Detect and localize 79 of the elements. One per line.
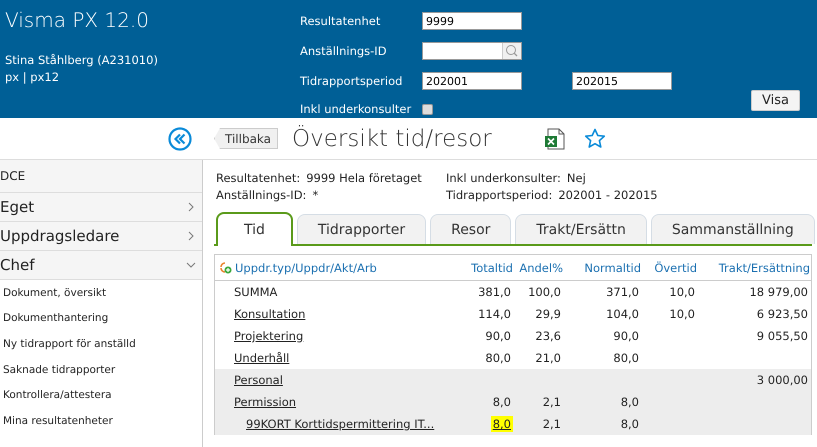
table-cell-text: 8,0 xyxy=(492,394,512,410)
tab[interactable]: Resor xyxy=(430,214,512,244)
page-title: Översikt tid/resor xyxy=(292,126,493,152)
row-link[interactable]: Underhåll xyxy=(215,351,290,365)
sidebar-subitem[interactable]: Ny tidrapport för anställd xyxy=(0,331,202,357)
period-to-field[interactable]: 202015 xyxy=(572,72,672,90)
table-cell-text: 2,1 xyxy=(542,395,562,409)
column-header[interactable]: Övertid xyxy=(641,260,697,274)
table-cell-text: 21,0 xyxy=(534,351,562,365)
star-icon[interactable] xyxy=(584,128,606,150)
tab[interactable]: Sammanställning xyxy=(650,214,815,244)
sidebar-item[interactable]: Uppdragsledare xyxy=(0,222,202,251)
field-label: Inkl underkonsulter xyxy=(300,102,412,116)
table-cell-text: 6 923,50 xyxy=(756,307,809,321)
table-cell-text: 8,0 xyxy=(620,417,640,431)
row-link[interactable]: 99KORT Korttidspermittering IT... xyxy=(215,417,434,431)
lookup-field[interactable] xyxy=(422,42,522,60)
table-cell-text: 80,0 xyxy=(485,350,512,366)
summary-value: * xyxy=(312,187,318,204)
table-cell-text: 381,0 xyxy=(478,284,512,300)
checkbox[interactable] xyxy=(422,104,433,114)
text-field[interactable]: 9999 xyxy=(422,12,522,30)
field-label: Resultatenhet xyxy=(300,14,382,28)
table-cell-text: 10,0 xyxy=(668,285,696,299)
table-cell-text: 29,9 xyxy=(534,307,562,321)
row-link[interactable]: Projektering xyxy=(215,329,304,343)
sidebar-subitem[interactable]: Dokument, översikt xyxy=(0,280,202,306)
spreadsheet-icon[interactable] xyxy=(544,128,566,150)
app-title: Visma PX 12.0 xyxy=(5,8,149,32)
summary-value: Nej xyxy=(566,170,586,187)
table-cell-text: 100,0 xyxy=(527,285,562,299)
table-cell-text: 18 979,00 xyxy=(748,285,809,299)
table-cell-text: 90,0 xyxy=(612,329,640,343)
column-header[interactable]: Uppdr.typ/Uppdr/Akt/Arb xyxy=(235,260,377,274)
sidebar-item[interactable]: Eget xyxy=(0,193,202,222)
collapse-icon[interactable] xyxy=(168,126,192,150)
field-label: Anställnings-ID xyxy=(300,44,388,58)
column-header[interactable]: Trakt/Ersättning xyxy=(697,260,810,274)
table-cell-text: 80,0 xyxy=(612,351,640,365)
sidebar-subitem[interactable]: Kontrollera/attestera xyxy=(0,382,202,408)
table-cell-text: 3 000,00 xyxy=(756,373,809,387)
context-label: px | px12 xyxy=(5,69,60,86)
column-header[interactable]: Totaltid xyxy=(451,260,513,274)
column-header[interactable]: Andel% xyxy=(513,260,563,274)
sidebar-subitem[interactable]: Mina resultatenheter xyxy=(0,408,202,434)
table-cell-text: 8,0 xyxy=(620,395,640,409)
expand-all-icon[interactable] xyxy=(219,261,232,274)
row-link[interactable]: Permission xyxy=(215,395,296,409)
row-link[interactable]: Konsultation xyxy=(215,307,306,321)
row-label: SUMMA xyxy=(233,285,278,299)
sidebar-heading: DCE xyxy=(0,169,26,183)
summary-label: Resultatenhet: xyxy=(216,170,300,187)
summary-value: 9999 Hela företaget xyxy=(306,170,422,187)
column-header[interactable]: Normaltid xyxy=(563,260,641,274)
sidebar-subitem[interactable]: Saknade tidrapporter xyxy=(0,356,202,382)
row-link[interactable]: Personal xyxy=(215,373,283,387)
table-cell-text: 23,6 xyxy=(534,329,562,343)
table-cell-text: 90,0 xyxy=(485,328,512,344)
field-label: Tidrapportsperiod xyxy=(300,74,404,88)
tab[interactable]: Trakt/Ersättn xyxy=(515,214,647,244)
sidebar-item[interactable]: Chef xyxy=(0,251,202,280)
summary-label: Anställnings-ID: xyxy=(216,187,306,204)
back-button[interactable]: Tillbaka xyxy=(214,128,278,149)
table-cell-text: 10,0 xyxy=(668,307,696,321)
summary-label: Tidrapportsperiod: xyxy=(446,187,552,204)
period-from-field[interactable]: 202001 xyxy=(422,72,522,90)
sidebar-subitem[interactable]: Dokumenthantering xyxy=(0,306,202,332)
table-cell: 8,0 xyxy=(490,416,513,432)
table-cell-text: 371,0 xyxy=(605,285,640,299)
tab[interactable]: Tidrapporter xyxy=(296,214,426,244)
table-cell-text: 2,1 xyxy=(542,417,562,431)
table-cell-text: 104,0 xyxy=(605,307,640,321)
table-cell-text: 9 055,50 xyxy=(756,329,809,343)
summary-label: Inkl underkonsulter: xyxy=(446,170,561,187)
summary-value: 202001 - 202015 xyxy=(558,187,658,204)
user-name: Stina Ståhlberg (A231010) xyxy=(5,52,158,69)
tab[interactable]: Tid xyxy=(216,212,293,246)
table-cell-text: 114,0 xyxy=(478,306,512,322)
show-button[interactable]: Visa xyxy=(751,90,800,111)
